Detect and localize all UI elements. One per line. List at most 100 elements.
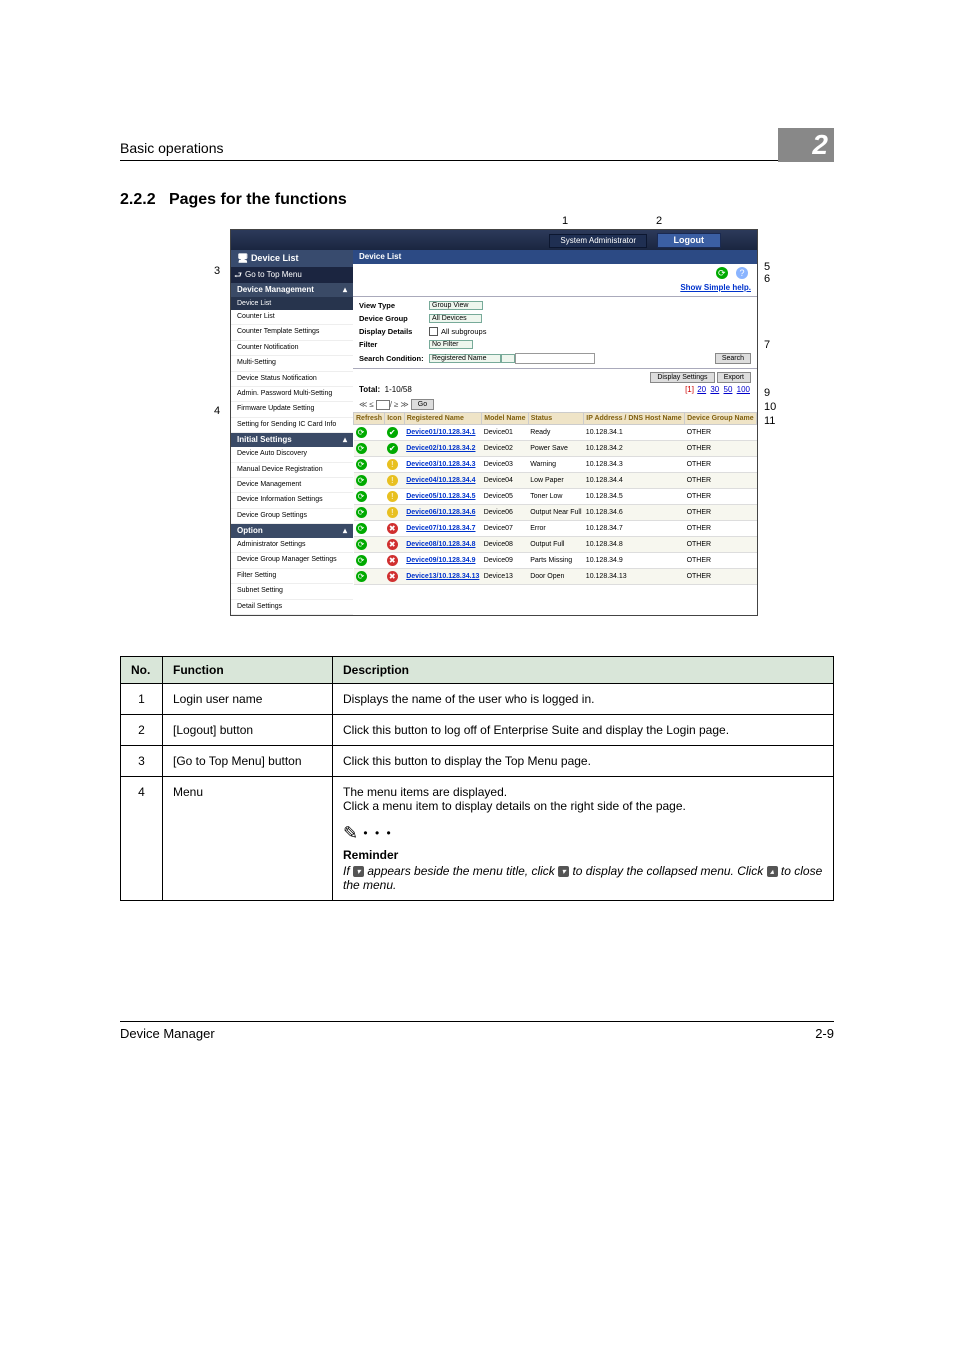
sidebar-item[interactable]: Multi-Setting — [231, 356, 353, 371]
row-refresh-icon[interactable]: ⟳ — [356, 475, 367, 486]
help-icon[interactable]: ? — [736, 267, 748, 279]
device-link[interactable]: Device03/10.128.34.3 — [406, 461, 475, 468]
search-input[interactable] — [515, 353, 595, 364]
sidebar-item[interactable]: Firmware Update Setting — [231, 402, 353, 417]
sidebar-item[interactable]: Detail Settings — [231, 600, 353, 615]
logout-button[interactable]: Logout — [657, 233, 722, 248]
row-refresh-icon[interactable]: ⟳ — [356, 571, 367, 582]
cell-model: Device03 — [482, 457, 528, 473]
pager-link[interactable]: 100 — [737, 385, 750, 394]
table-row: ⟳✖Device13/10.128.34.13Device13Door Open… — [354, 569, 757, 585]
cell-group: OTHER — [685, 537, 757, 553]
select-search-field[interactable]: Registered Name — [429, 354, 501, 363]
th-ip[interactable]: IP Address / DNS Host Name — [584, 413, 685, 425]
description-table: No. Function Description 1 Login user na… — [120, 656, 834, 901]
device-link[interactable]: Device09/10.128.34.9 — [406, 557, 475, 564]
dots: • • • — [358, 826, 393, 840]
running-header: Basic operations — [120, 140, 834, 156]
row-refresh-icon[interactable]: ⟳ — [356, 507, 367, 518]
device-link[interactable]: Device04/10.128.34.4 — [406, 477, 475, 484]
cell-ip: 10.128.34.8 — [584, 537, 685, 553]
row-refresh-icon[interactable]: ⟳ — [356, 443, 367, 454]
sidebar-item[interactable]: Device Information Settings — [231, 493, 353, 508]
callout-3: 3 — [214, 265, 220, 277]
th-group[interactable]: Device Group Name — [685, 413, 757, 425]
row-status-icon: ! — [387, 507, 398, 518]
th-model[interactable]: Model Name — [482, 413, 528, 425]
th-description: Description — [333, 657, 834, 684]
pager-link[interactable]: 20 — [697, 385, 706, 394]
search-button[interactable]: Search — [715, 353, 751, 364]
sidebar-item[interactable]: Device Management — [231, 478, 353, 493]
row-status-icon: ✖ — [387, 523, 398, 534]
sidebar-item[interactable]: Counter Template Settings — [231, 325, 353, 340]
sidebar-item[interactable]: Setting for Sending IC Card Info — [231, 418, 353, 433]
th-icon[interactable]: Icon — [385, 413, 404, 425]
sidebar-item[interactable]: Subnet Setting — [231, 584, 353, 599]
checkbox-label: All subgroups — [441, 328, 486, 336]
refresh-icon[interactable]: ⟳ — [716, 267, 728, 279]
page-size-pager: [1] 20 30 50 100 — [685, 386, 751, 394]
pager-next-icon[interactable]: ≥ — [394, 401, 398, 409]
sidebar-item[interactable]: Counter List — [231, 310, 353, 325]
row-refresh-icon[interactable]: ⟳ — [356, 459, 367, 470]
panel-title: Device List — [353, 250, 757, 264]
sidebar-group-initial-settings[interactable]: Initial Settings ▴ — [231, 433, 353, 447]
pager-last-icon[interactable]: ≫ — [400, 401, 408, 409]
row-status-icon: ✖ — [387, 539, 398, 550]
th-no: No. — [121, 657, 163, 684]
desc-line: The menu items are displayed. — [343, 785, 823, 799]
sidebar-item[interactable]: Device Group Settings — [231, 509, 353, 524]
sidebar-item[interactable]: Device Auto Discovery — [231, 447, 353, 462]
select-search-op[interactable] — [501, 354, 515, 363]
pager-link[interactable]: 30 — [710, 385, 719, 394]
select-device-group[interactable]: All Devices — [429, 314, 482, 323]
pager-page-input[interactable] — [376, 400, 390, 410]
sidebar-item[interactable]: Manual Device Registration — [231, 463, 353, 478]
sidebar-item[interactable]: Device Group Manager Settings — [231, 553, 353, 568]
sidebar-item[interactable]: Admin. Password Multi-Setting — [231, 387, 353, 402]
go-to-top-menu[interactable]: Go to Top Menu — [231, 267, 353, 283]
sidebar-item-device-list[interactable]: Device List — [231, 297, 353, 310]
sidebar-item[interactable]: Filter Setting — [231, 569, 353, 584]
sidebar-item[interactable]: Device Status Notification — [231, 372, 353, 387]
sidebar-item[interactable]: Administrator Settings — [231, 538, 353, 553]
checkbox-all-subgroups[interactable] — [429, 327, 438, 336]
sidebar-group-device-management[interactable]: Device Management ▴ — [231, 283, 353, 297]
select-filter[interactable]: No Filter — [429, 340, 473, 349]
select-view-type[interactable]: Group View — [429, 301, 483, 310]
cell-status: Error — [528, 521, 584, 537]
callout-10: 10 — [764, 401, 776, 413]
cell-group: OTHER — [685, 553, 757, 569]
show-simple-help-link[interactable]: Show Simple help. — [680, 283, 751, 292]
cell-fn: Login user name — [163, 684, 333, 715]
pager-first-icon[interactable]: ≪ — [359, 401, 367, 409]
th-status[interactable]: Status — [528, 413, 584, 425]
th-regname[interactable]: Registered Name — [404, 413, 482, 425]
cell-model: Device13 — [482, 569, 528, 585]
row-refresh-icon[interactable]: ⟳ — [356, 555, 367, 566]
device-link[interactable]: Device05/10.128.34.5 — [406, 493, 475, 500]
row-refresh-icon[interactable]: ⟳ — [356, 491, 367, 502]
display-settings-button[interactable]: Display Settings — [650, 372, 714, 383]
pager-link[interactable]: 50 — [724, 385, 733, 394]
export-button[interactable]: Export — [717, 372, 751, 383]
pager-prev-icon[interactable]: ≤ — [369, 401, 373, 409]
device-link[interactable]: Device01/10.128.34.1 — [406, 429, 475, 436]
row-refresh-icon[interactable]: ⟳ — [356, 539, 367, 550]
cell-model: Device09 — [482, 553, 528, 569]
cell-model: Device01 — [482, 425, 528, 441]
sidebar-group-option[interactable]: Option ▴ — [231, 524, 353, 538]
device-link[interactable]: Device07/10.128.34.7 — [406, 525, 475, 532]
row-refresh-icon[interactable]: ⟳ — [356, 523, 367, 534]
pager-go-button[interactable]: Go — [411, 399, 434, 410]
device-link[interactable]: Device06/10.128.34.6 — [406, 509, 475, 516]
device-link[interactable]: Device02/10.128.34.2 — [406, 445, 475, 452]
th-refresh[interactable]: Refresh — [354, 413, 385, 425]
sidebar-item[interactable]: Counter Notification — [231, 341, 353, 356]
cell-model: Device05 — [482, 489, 528, 505]
row-refresh-icon[interactable]: ⟳ — [356, 427, 367, 438]
device-link[interactable]: Device13/10.128.34.13 — [406, 573, 479, 580]
device-link[interactable]: Device08/10.128.34.8 — [406, 541, 475, 548]
cell-model: Device07 — [482, 521, 528, 537]
